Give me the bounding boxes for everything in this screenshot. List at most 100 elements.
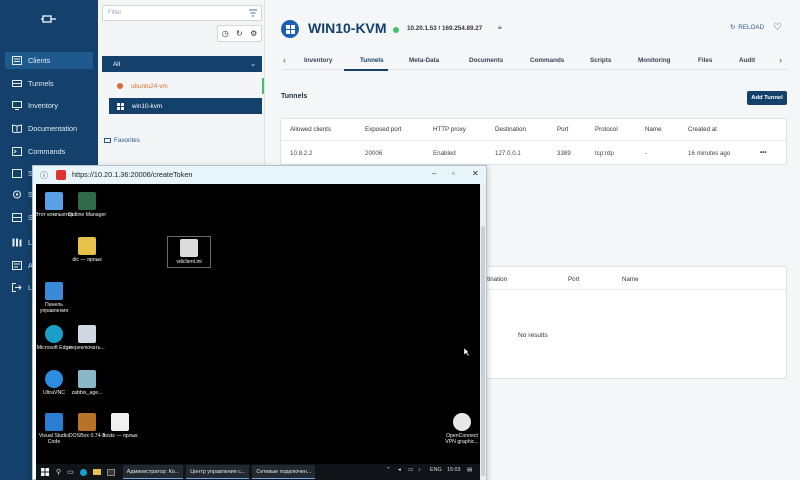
chevron-right-icon[interactable]: › — [779, 55, 782, 65]
table-cell: Enabled — [433, 150, 456, 157]
tab-documents[interactable]: Documents — [469, 57, 503, 64]
tab-commands[interactable]: Commands — [530, 57, 564, 64]
explorer-taskbar-icon[interactable] — [92, 469, 101, 475]
column-header: Destination — [495, 126, 526, 133]
table-cell: tcp:rdp — [595, 150, 614, 157]
desktop-icon-switch[interactable]: переключать... — [65, 325, 109, 351]
tab-bar: ‹ Inventory Tunnels Meta-Data Documents … — [283, 52, 788, 70]
edge-taskbar-icon[interactable] — [79, 468, 87, 476]
desktop-icon-label: переключать... — [69, 345, 105, 351]
edge-icon — [45, 325, 63, 343]
sidebar-item-tunnels[interactable]: Tunnels — [5, 75, 93, 92]
favorites-link[interactable]: Favorites — [104, 137, 140, 144]
active-tab-indicator — [344, 69, 388, 71]
network-icon — [78, 325, 96, 343]
row-menu-icon[interactable]: ••• — [760, 149, 767, 156]
notifications-icon[interactable]: ▤ — [467, 467, 472, 473]
table-cell: - — [645, 150, 648, 157]
app-logo-icon[interactable] — [40, 13, 58, 25]
gear-icon[interactable]: ⚙ — [250, 29, 257, 38]
group-all[interactable]: All ⌄ — [102, 56, 262, 72]
refresh-icon: ↻ — [730, 24, 736, 31]
clock-icon[interactable]: ◷ — [222, 29, 229, 38]
info-icon[interactable]: ⓘ — [40, 170, 48, 181]
group-label: All — [113, 60, 120, 68]
client-item-ubuntu24-vm[interactable]: ubuntu24-vm — [109, 78, 262, 94]
tab-monitoring[interactable]: Monitoring — [638, 57, 671, 64]
shield-icon — [56, 170, 66, 180]
address-url[interactable]: https://10.20.1.36:20006/createToken — [72, 170, 193, 179]
close-icon[interactable]: ✕ — [472, 169, 479, 178]
taskbar-item-label: Администратор: Ко... — [126, 468, 180, 475]
favorites-label: Favorites — [114, 137, 140, 144]
reload-button[interactable]: ↻ RELOAD — [730, 24, 764, 31]
desktop-icon-control-panel[interactable]: Панель управления — [32, 282, 76, 314]
storage-icon — [12, 213, 22, 222]
volume-icon[interactable]: ♪ — [418, 467, 421, 473]
windows-start-icon[interactable] — [41, 468, 49, 476]
filter-icon[interactable] — [248, 8, 258, 18]
table-cell: 20006 — [365, 150, 383, 157]
minimize-icon[interactable]: – — [432, 169, 436, 178]
section-title: Tunnels — [281, 93, 308, 100]
language-indicator[interactable]: ENG — [430, 467, 442, 473]
client-item-win10-kvm[interactable]: win10-kvm — [109, 98, 262, 114]
client-name: ubuntu24-vm — [131, 82, 168, 90]
library-icon — [12, 238, 22, 247]
maximize-icon[interactable]: ▫ — [452, 169, 455, 178]
lock-icon[interactable]: 🔒︎ — [498, 24, 502, 32]
heart-icon[interactable]: ♡ — [773, 22, 782, 33]
chevron-up-icon[interactable]: ⌃ — [386, 467, 391, 473]
search-icon[interactable]: ⚲ — [56, 468, 61, 476]
column-header: Allowed clients — [290, 126, 331, 133]
terminal-taskbar-icon[interactable] — [106, 468, 115, 476]
desktop-icon-dic-shortcut[interactable]: dic — ярлык — [65, 237, 109, 263]
audit-icon — [12, 261, 22, 270]
sidebar-item-clients[interactable]: Clients — [5, 52, 93, 69]
lock-icon — [453, 413, 471, 431]
tab-files[interactable]: Files — [698, 57, 712, 64]
tab-scripts[interactable]: Scripts — [590, 57, 611, 64]
sidebar-item-label: Clients — [28, 56, 51, 65]
desktop-icon-openconnect[interactable]: OpenConnect VPN graphic... — [440, 413, 484, 445]
taskbar-item-admin[interactable]: Администратор: Ко... — [122, 465, 184, 479]
desktop-icon-label: Панель управления — [39, 302, 69, 314]
refresh-icon[interactable]: ↻ — [236, 29, 243, 38]
desktop-icon-label: zabbix_age... — [71, 390, 103, 396]
sidebar-item-label: Documentation — [28, 124, 78, 133]
outline-icon — [78, 192, 96, 210]
vscode-icon — [45, 413, 63, 431]
tab-tunnels[interactable]: Tunnels — [360, 57, 384, 64]
sidebar-item-label: Tunnels — [28, 79, 54, 88]
table-cell: 16 minutes ago — [688, 150, 731, 157]
client-ips: 10.20.1.53 / 169.254.89.27 — [407, 25, 483, 32]
control-panel-icon — [45, 282, 63, 300]
column-header: Port — [568, 276, 580, 283]
tab-audit[interactable]: Audit — [739, 57, 755, 64]
desktop-icon-hosts[interactable]: hosts — ярлык — [98, 413, 142, 439]
taskbar-item-control-center[interactable]: Центр управления с... — [186, 465, 250, 479]
network-tray-icon[interactable]: ▭ — [408, 467, 413, 473]
desktop-icon-outline-manager[interactable]: Outline Manager — [65, 192, 109, 218]
tab-inventory[interactable]: Inventory — [304, 57, 332, 64]
taskbar-item-label: Центр управления с... — [190, 468, 246, 475]
sidebar-item-commands[interactable]: Commands — [5, 143, 93, 160]
clock[interactable]: 15:03 — [447, 467, 461, 473]
sidebar-item-inventory[interactable]: Inventory — [5, 97, 93, 114]
chevron-left-icon[interactable]: ‹ — [283, 55, 286, 65]
add-tunnel-button[interactable]: Add Tunnel — [747, 91, 787, 105]
task-view-icon[interactable]: ▭ — [67, 468, 74, 476]
sidebar-item-documentation[interactable]: Documentation — [5, 120, 93, 137]
tab-meta-data[interactable]: Meta-Data — [409, 57, 439, 64]
desktop-icon-zabbix[interactable]: zabbix_age... — [65, 370, 109, 396]
speaker-icon[interactable]: ◂ — [398, 467, 401, 473]
desktop-icon-label: hosts — ярлык — [102, 433, 138, 439]
logout-icon — [12, 283, 22, 292]
taskbar-item-network[interactable]: Сетевые подключен... — [252, 465, 316, 479]
settings-file-icon — [180, 239, 198, 257]
scripts-icon — [12, 169, 22, 178]
column-header: Name — [645, 126, 662, 133]
filter-input[interactable]: Filter — [102, 5, 262, 21]
desktop-icon-vdiclient-ini[interactable]: vdiclient.ini — [167, 236, 211, 268]
desktop-icon-label: Outline Manager — [67, 212, 107, 218]
